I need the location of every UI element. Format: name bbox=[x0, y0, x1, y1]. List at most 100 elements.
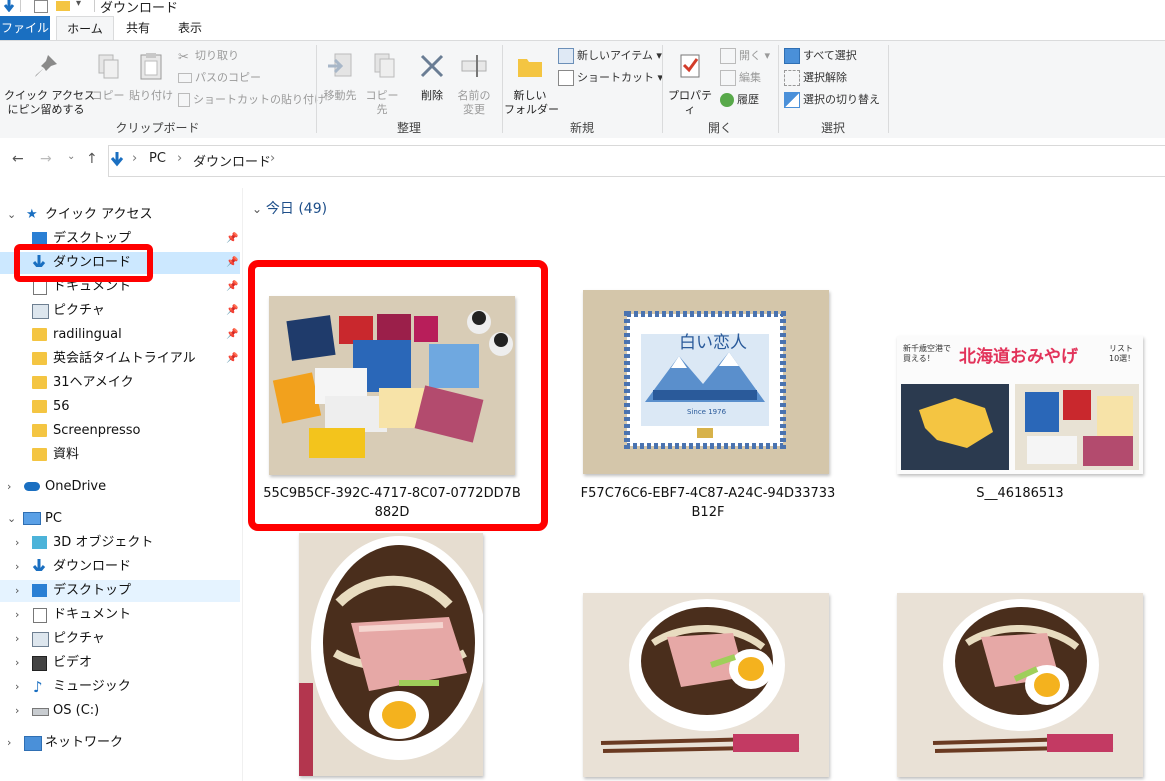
customize-qat-icon[interactable]: ▾ bbox=[76, 0, 81, 9]
sidebar-item-folder[interactable]: 31ヘアメイク bbox=[0, 372, 240, 394]
sidebar-item-downloads[interactable]: › ダウンロード bbox=[0, 556, 240, 578]
sidebar-item-pc[interactable]: ⌄ PC bbox=[0, 508, 240, 530]
sidebar-item-documents[interactable]: › ドキュメント bbox=[0, 604, 240, 626]
pin-icon[interactable]: 📌 bbox=[226, 324, 238, 346]
download-location-icon bbox=[110, 152, 124, 167]
chevron-down-icon[interactable]: ⌄ bbox=[7, 508, 16, 530]
pin-quick-access-label: クイック アクセス にピン留めする bbox=[4, 89, 95, 116]
new-folder-icon bbox=[518, 59, 542, 77]
sidebar-item-pictures[interactable]: ピクチャ 📌 bbox=[0, 300, 240, 322]
chevron-right-icon[interactable]: › bbox=[15, 628, 19, 650]
file-thumbnail[interactable]: 新千歳空港で買える！ 北海道おみやげ リスト10選！ bbox=[897, 336, 1143, 474]
group-label-open: 開く bbox=[707, 121, 732, 135]
sidebar-item-os-c[interactable]: › OS (C:) bbox=[0, 700, 240, 722]
breadcrumb-separator: › bbox=[270, 151, 276, 166]
chevron-right-icon[interactable]: › bbox=[15, 532, 19, 554]
history-button[interactable]: 履歴 bbox=[720, 91, 759, 109]
sidebar-item-folder[interactable]: Screenpresso bbox=[0, 420, 240, 442]
chevron-right-icon[interactable]: › bbox=[15, 580, 19, 602]
file-thumbnail[interactable] bbox=[299, 533, 483, 776]
sidebar-item-folder[interactable]: 56 bbox=[0, 396, 240, 418]
delete-button[interactable]: 削除 bbox=[414, 51, 450, 103]
ramen-photo bbox=[583, 593, 829, 777]
copy-to-button[interactable]: コピー先 bbox=[362, 51, 402, 117]
cloud-icon bbox=[24, 482, 40, 491]
copy-path-button[interactable]: パスのコピー bbox=[178, 69, 261, 87]
copy-icon bbox=[98, 54, 119, 79]
highlight-box-file bbox=[248, 260, 548, 531]
select-all-button[interactable]: すべて選択 bbox=[784, 47, 857, 65]
new-item-icon bbox=[558, 48, 574, 64]
sidebar-item-folder[interactable]: 英会話タイムトライアル 📌 bbox=[0, 348, 240, 370]
easy-access-shortcut-button[interactable]: ショートカット ▾ bbox=[558, 69, 663, 87]
sidebar-item-music[interactable]: › ♪ ミュージック bbox=[0, 676, 240, 698]
breadcrumb-pc[interactable]: PC bbox=[149, 151, 166, 166]
tab-share[interactable]: 共有 bbox=[116, 16, 160, 40]
up-arrow-icon[interactable]: ↑ bbox=[86, 151, 98, 167]
divider bbox=[94, 0, 95, 12]
chevron-right-icon[interactable]: › bbox=[15, 604, 19, 626]
sidebar-item-pictures[interactable]: › ピクチャ bbox=[0, 628, 240, 650]
file-thumbnail[interactable]: 白い恋人 Since 1976 bbox=[583, 290, 829, 474]
shortcut-label: ショートカット bbox=[577, 71, 654, 84]
recent-locations-chevron-icon[interactable]: ⌄ bbox=[67, 151, 75, 162]
properties-button[interactable]: プロパティ bbox=[664, 51, 716, 117]
tab-file[interactable]: ファイル bbox=[0, 16, 50, 40]
sidebar-item-label: クイック アクセス bbox=[45, 207, 153, 222]
chevron-right-icon[interactable]: › bbox=[15, 556, 19, 578]
film-icon bbox=[32, 656, 47, 671]
tab-home[interactable]: ホーム bbox=[56, 16, 114, 41]
pin-quick-access-button[interactable]: クイック アクセス にピン留めする bbox=[4, 51, 95, 117]
chevron-right-icon[interactable]: › bbox=[15, 700, 19, 722]
rename-button[interactable]: 名前の 変更 bbox=[454, 51, 494, 117]
chevron-right-icon[interactable]: › bbox=[15, 652, 19, 674]
new-folder-button[interactable]: 新しい フォルダー bbox=[504, 51, 559, 117]
pin-icon[interactable]: 📌 bbox=[226, 252, 238, 274]
breadcrumb-downloads[interactable]: ダウンロード bbox=[193, 151, 271, 170]
sidebar-item-folder[interactable]: radilingual 📌 bbox=[0, 324, 240, 346]
pictures-icon bbox=[32, 304, 49, 319]
sidebar-item-folder[interactable]: 資料 bbox=[0, 444, 240, 466]
pin-icon[interactable]: 📌 bbox=[226, 228, 238, 250]
open-button[interactable]: 開く ▾ bbox=[720, 47, 770, 65]
new-item-button[interactable]: 新しいアイテム ▾ bbox=[558, 47, 662, 65]
sidebar-item-network[interactable]: › ネットワーク bbox=[0, 732, 240, 754]
tab-view[interactable]: 表示 bbox=[166, 16, 214, 40]
folder-icon bbox=[32, 376, 47, 389]
file-thumbnail[interactable] bbox=[897, 593, 1143, 777]
invert-selection-button[interactable]: 選択の切り替え bbox=[784, 91, 880, 109]
sidebar-item-3d-objects[interactable]: › 3D オブジェクト bbox=[0, 532, 240, 554]
chevron-right-icon[interactable]: › bbox=[7, 732, 11, 754]
properties-quick-icon[interactable] bbox=[34, 0, 48, 13]
forward-arrow-icon[interactable]: → bbox=[40, 151, 52, 167]
chevron-right-icon[interactable]: › bbox=[7, 476, 11, 498]
pin-icon[interactable]: 📌 bbox=[226, 348, 238, 370]
move-to-button[interactable]: 移動先 bbox=[320, 51, 360, 103]
sidebar-item-label: OS (C:) bbox=[53, 703, 100, 718]
chevron-down-icon[interactable]: ⌄ bbox=[7, 204, 16, 226]
pin-icon[interactable]: 📌 bbox=[226, 300, 238, 322]
sidebar-item-onedrive[interactable]: › OneDrive bbox=[0, 476, 240, 498]
file-name[interactable]: F57C76C6-EBF7-4C87-A24C-94D33733 B12F bbox=[570, 484, 846, 522]
chevron-down-icon[interactable]: ⌄ bbox=[252, 202, 266, 216]
cut-button[interactable]: ✂ 切り取り bbox=[178, 47, 239, 65]
folder-quick-icon[interactable] bbox=[56, 1, 70, 11]
rename-label: 名前の 変更 bbox=[457, 89, 491, 116]
copy-button[interactable]: コピー bbox=[90, 51, 126, 103]
pin-icon[interactable]: 📌 bbox=[226, 276, 238, 298]
sidebar-item-quick-access[interactable]: ⌄ ★ クイック アクセス bbox=[0, 204, 240, 226]
paste-shortcut-button[interactable]: ショートカットの貼り付け bbox=[178, 91, 325, 109]
sidebar-item-label: ドキュメント bbox=[53, 607, 132, 622]
sidebar-item-videos[interactable]: › ビデオ bbox=[0, 652, 240, 674]
select-none-button[interactable]: 選択解除 bbox=[784, 69, 847, 87]
chevron-right-icon[interactable]: › bbox=[15, 676, 19, 698]
paste-button[interactable]: 貼り付け bbox=[128, 51, 174, 103]
pin-icon bbox=[35, 55, 57, 77]
back-arrow-icon[interactable]: ← bbox=[12, 151, 24, 167]
file-thumbnail[interactable] bbox=[583, 593, 829, 777]
group-header[interactable]: ⌄ 今日 (49) bbox=[252, 198, 327, 218]
file-name[interactable]: S__46186513 bbox=[897, 484, 1143, 503]
title-bar: ▾ ダウンロード bbox=[0, 0, 1165, 16]
sidebar-item-desktop[interactable]: › デスクトップ bbox=[0, 580, 240, 602]
edit-button[interactable]: 編集 bbox=[720, 69, 761, 87]
